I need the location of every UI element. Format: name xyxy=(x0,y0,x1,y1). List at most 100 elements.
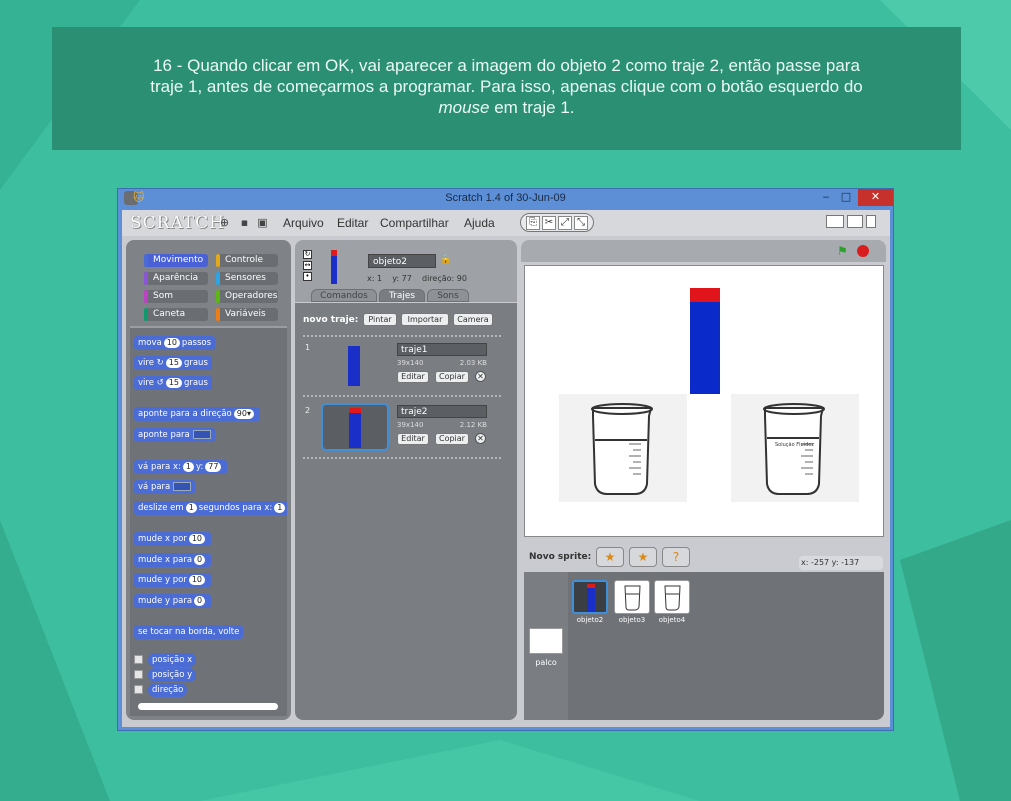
menu-ajuda[interactable]: Ajuda xyxy=(464,216,495,230)
costume-thumb-1[interactable] xyxy=(321,341,389,389)
block-set-y[interactable]: mude y para 0 xyxy=(134,594,212,608)
flip-icon[interactable]: ↔ xyxy=(303,261,312,270)
category-caneta[interactable]: Caneta xyxy=(144,308,208,321)
category-operadores[interactable]: Operadores xyxy=(216,290,278,303)
divider xyxy=(303,335,501,337)
lock-icon[interactable]: 🔒 xyxy=(440,255,451,265)
dropdown[interactable] xyxy=(173,482,192,491)
sprite-item-objeto3[interactable]: objeto3 xyxy=(614,580,650,624)
small-stage-icon[interactable] xyxy=(826,215,844,228)
costume-name-2[interactable]: traje2 xyxy=(397,405,487,418)
palette-scrollbar[interactable] xyxy=(138,703,278,710)
rotate-icon[interactable]: ↻ xyxy=(303,250,312,259)
checkbox-x-position[interactable] xyxy=(134,655,143,664)
presentation-icon[interactable] xyxy=(866,215,876,228)
stop-icon[interactable] xyxy=(857,245,869,257)
category-movimento[interactable]: Movimento xyxy=(144,254,208,267)
sprite-item-objeto4[interactable]: objeto4 xyxy=(654,580,690,624)
block-glide[interactable]: deslize em1segundos para x:1y xyxy=(134,501,287,515)
duplicate-icon[interactable]: ⎘ xyxy=(526,215,540,230)
shrink-icon[interactable]: ⤡ xyxy=(574,215,588,230)
costume-1-copy-button[interactable]: Copiar xyxy=(435,371,469,383)
costume-2-copy-button[interactable]: Copiar xyxy=(435,433,469,445)
menu-editar[interactable]: Editar xyxy=(337,216,368,230)
random-sprite-icon[interactable]: ? xyxy=(662,547,690,567)
stage-thumbnail[interactable] xyxy=(529,628,563,654)
sprite-label: objeto4 xyxy=(658,616,686,624)
import-button[interactable]: Importar xyxy=(401,313,449,326)
paint-button[interactable]: Pintar xyxy=(363,313,397,326)
block-set-x[interactable]: mude x para 0 xyxy=(134,553,212,567)
instruction-box: 16 - Quando clicar em OK, vai aparecer a… xyxy=(52,27,961,150)
green-flag-icon[interactable]: ⚑ xyxy=(837,244,848,258)
sprite-objeto2[interactable] xyxy=(690,288,720,394)
checkbox-direction[interactable] xyxy=(134,685,143,694)
maximize-button[interactable]: □ xyxy=(836,189,856,206)
reporter-x-position[interactable]: posição x xyxy=(148,653,197,667)
block-change-y[interactable]: mude y por 10 xyxy=(134,573,212,587)
window-title: Scratch 1.4 of 30-Jun-09 xyxy=(445,192,566,204)
minimize-button[interactable]: ‒ xyxy=(816,189,836,206)
costume-1-edit-button[interactable]: Editar xyxy=(397,371,429,383)
edit-tools: ⎘ ✂ ⤢ ⤡ xyxy=(520,213,594,232)
grow-icon[interactable]: ⤢ xyxy=(558,215,572,230)
close-button[interactable]: ✕ xyxy=(858,189,893,206)
block-move[interactable]: mova 10 passos xyxy=(134,336,216,350)
sprite-image xyxy=(614,580,650,614)
costume-1-delete-icon[interactable]: ✕ xyxy=(475,371,486,382)
beaker-icon xyxy=(664,585,681,611)
sprite-name-field[interactable]: objeto2 xyxy=(368,254,436,268)
block-bounce[interactable]: se tocar na borda, volte xyxy=(134,625,244,639)
tab-trajes[interactable]: Trajes xyxy=(379,289,425,302)
save-icon[interactable]: ▪ xyxy=(238,216,251,229)
reporter-y-position[interactable]: posição y xyxy=(148,668,197,682)
share-icon[interactable]: ▣ xyxy=(256,216,269,229)
menu-arquivo[interactable]: Arquivo xyxy=(283,216,324,230)
menu-compartilhar[interactable]: Compartilhar xyxy=(380,216,449,230)
dropdown[interactable] xyxy=(192,430,211,439)
stage[interactable]: Solução Fluidez xyxy=(524,265,884,537)
costume-info-1: 39x140 2.03 KB xyxy=(397,359,487,367)
scratch-app: SCRATCH ⊕ ▪ ▣ Arquivo Editar Compartilha… xyxy=(122,210,890,727)
block-point-direction[interactable]: aponte para a direção 90▾ xyxy=(134,407,260,421)
category-variaveis[interactable]: Variáveis xyxy=(216,308,278,321)
new-sprite-label: Novo sprite: xyxy=(529,552,592,562)
costume-name-1[interactable]: traje1 xyxy=(397,343,487,356)
tab-sons[interactable]: Sons xyxy=(427,289,469,302)
category-list: Movimento Controle Aparência Sensores So… xyxy=(130,244,287,324)
choose-sprite-icon[interactable]: ★ xyxy=(629,547,657,567)
beaker-icon xyxy=(624,585,641,611)
delete-icon[interactable]: ✂ xyxy=(542,215,556,230)
costume-info-2: 39x140 2.12 KB xyxy=(397,421,487,429)
paint-sprite-icon[interactable]: ★ xyxy=(596,547,624,567)
block-goto[interactable]: vá para xyxy=(134,480,196,494)
costume-2-delete-icon[interactable]: ✕ xyxy=(475,433,486,444)
checkbox-y-position[interactable] xyxy=(134,670,143,679)
costume-thumb-2[interactable] xyxy=(321,403,389,451)
block-change-x[interactable]: mude x por 10 xyxy=(134,532,212,546)
beaker-right-label: Solução Fluidez xyxy=(775,442,814,448)
block-turn-left[interactable]: vire ↺ 15 graus xyxy=(134,376,212,390)
sprite-bar xyxy=(587,584,595,612)
block-point-towards[interactable]: aponte para xyxy=(134,428,215,442)
camera-button[interactable]: Camera xyxy=(453,313,493,326)
reporter-direction[interactable]: direção xyxy=(148,683,188,697)
category-som[interactable]: Som xyxy=(144,290,208,303)
category-sensores[interactable]: Sensores xyxy=(216,272,278,285)
no-rotate-icon[interactable]: • xyxy=(303,272,312,281)
normal-stage-icon[interactable] xyxy=(847,215,863,228)
sprite-thumbnail xyxy=(331,250,337,284)
block-turn-right[interactable]: vire ↻ 15 graus xyxy=(134,356,212,370)
menu-bar: SCRATCH ⊕ ▪ ▣ Arquivo Editar Compartilha… xyxy=(122,210,890,236)
block-goto-xy[interactable]: vá para x: 1 y: 77 xyxy=(134,460,228,474)
category-aparencia[interactable]: Aparência xyxy=(144,272,208,285)
costume-2-edit-button[interactable]: Editar xyxy=(397,433,429,445)
tab-comandos[interactable]: Comandos xyxy=(311,289,377,302)
sprite-label: objeto2 xyxy=(576,616,604,624)
beaker-right[interactable] xyxy=(731,394,859,502)
globe-icon[interactable]: ⊕ xyxy=(218,216,231,229)
sprite-item-objeto2[interactable]: objeto2 xyxy=(572,580,608,624)
beaker-left[interactable] xyxy=(559,394,687,502)
stage-label: palco xyxy=(535,658,557,667)
category-controle[interactable]: Controle xyxy=(216,254,278,267)
